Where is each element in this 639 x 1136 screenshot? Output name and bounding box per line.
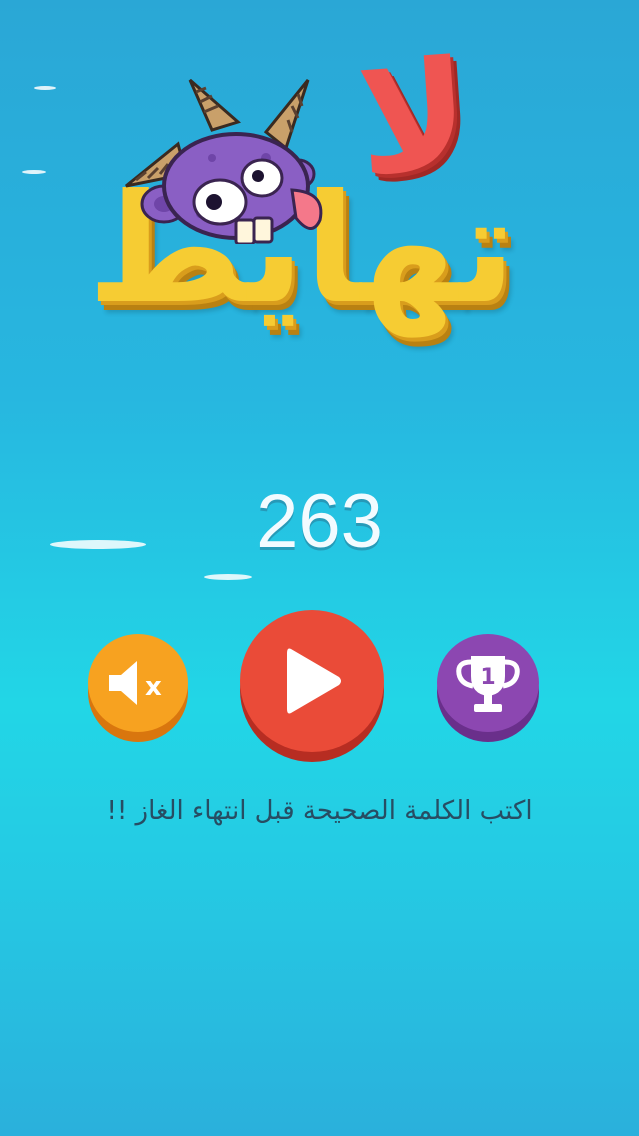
mute-mark: x bbox=[145, 672, 162, 702]
instruction-text: اكتب الكلمة الصحيحة قبل انتهاء الغاز !! bbox=[106, 796, 533, 826]
monster-mascot-icon bbox=[125, 78, 323, 244]
button-face bbox=[240, 610, 384, 752]
trophy-rank: 1 bbox=[480, 665, 495, 690]
button-face: x bbox=[88, 634, 188, 732]
mute-icon: x bbox=[109, 661, 162, 705]
score-display: 263 bbox=[256, 479, 383, 564]
button-face: 1 bbox=[437, 634, 539, 732]
play-icon bbox=[287, 648, 341, 714]
game-logo: لا تهايط bbox=[87, 28, 540, 380]
trophy-icon: 1 bbox=[456, 656, 520, 712]
leaderboard-button[interactable]: 1 bbox=[437, 634, 539, 742]
cloud-streak bbox=[34, 86, 56, 90]
cloud-streak bbox=[204, 574, 252, 580]
play-button[interactable] bbox=[240, 610, 384, 762]
cloud-streak bbox=[22, 170, 46, 174]
sound-toggle-button[interactable]: x bbox=[88, 634, 188, 742]
